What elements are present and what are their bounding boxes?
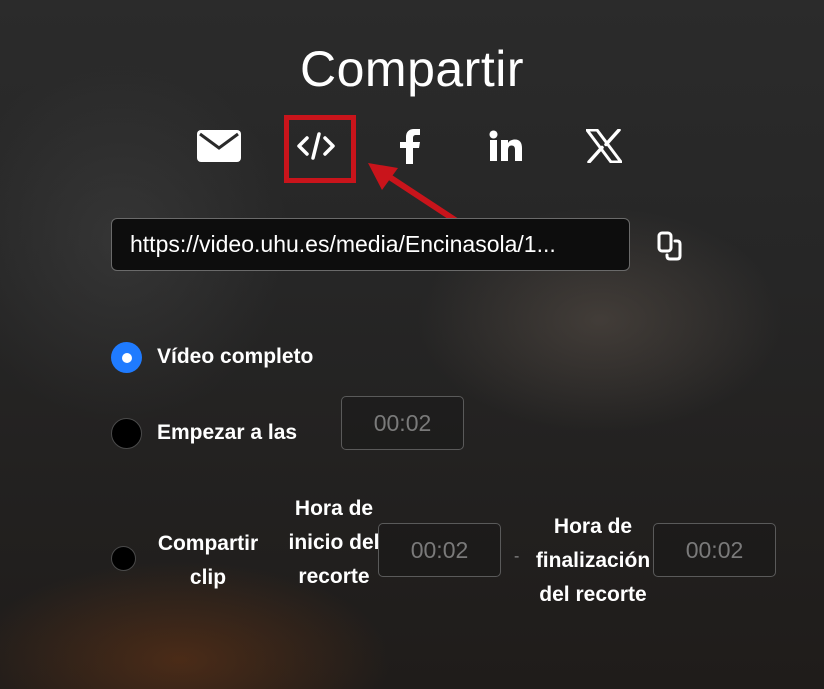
embed-code-icon (297, 132, 335, 160)
x-share-button[interactable] (578, 120, 630, 172)
clip-start-time-input[interactable]: 00:02 (378, 523, 501, 577)
share-clip-label: Compartir clip (157, 532, 259, 589)
clip-start-label: Hora de inicio del recorte (288, 497, 380, 588)
clip-range-separator: - (514, 548, 520, 565)
email-share-button[interactable] (193, 120, 245, 172)
facebook-icon (400, 129, 420, 164)
embed-share-button[interactable] (290, 120, 342, 172)
start-at-radio[interactable] (111, 418, 142, 449)
linkedin-icon (489, 130, 522, 161)
linkedin-share-button[interactable] (480, 120, 532, 172)
share-clip-radio[interactable] (111, 546, 136, 571)
share-url-field[interactable]: https://video.uhu.es/media/Encinasola/1.… (111, 218, 630, 271)
copy-link-button[interactable] (652, 228, 688, 264)
dialog-title: Compartir (300, 41, 524, 97)
clip-end-label: Hora de finalización del recorte (535, 515, 651, 606)
copy-icon (657, 231, 682, 261)
start-at-label: Empezar a las (157, 421, 298, 444)
email-icon (197, 130, 241, 162)
clip-end-time-input[interactable]: 00:02 (653, 523, 776, 577)
full-video-radio[interactable] (111, 342, 142, 373)
x-icon (586, 129, 622, 163)
start-at-time-input[interactable]: 00:02 (341, 396, 464, 450)
full-video-label: Vídeo completo (157, 345, 314, 368)
facebook-share-button[interactable] (384, 120, 436, 172)
